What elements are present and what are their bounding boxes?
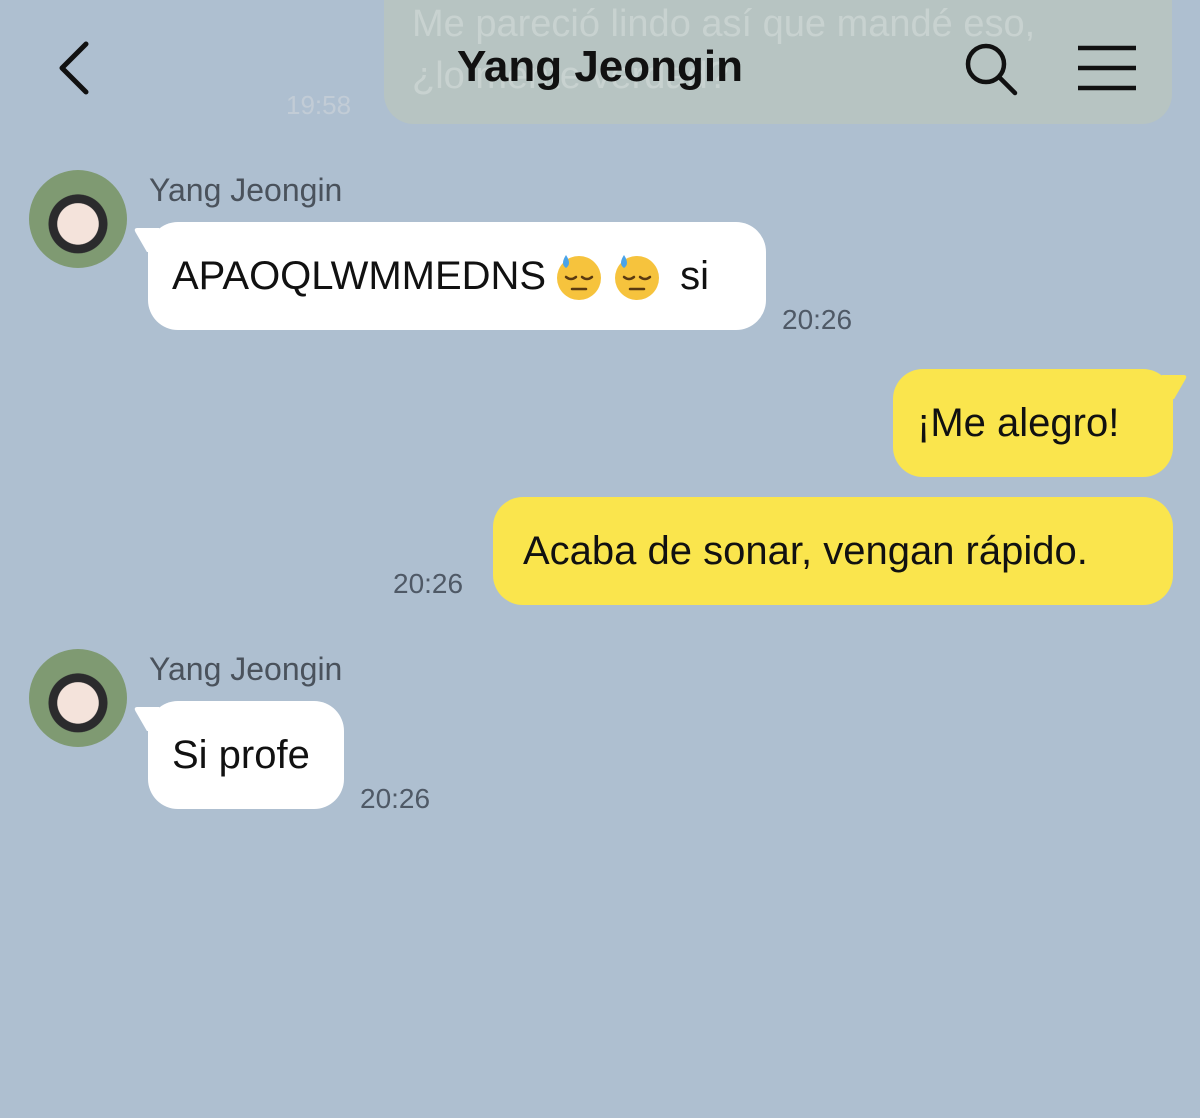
avatar[interactable]: [29, 170, 127, 268]
message-time: 20:26: [782, 304, 853, 335]
chat-header: Yang Jeongin: [0, 0, 1200, 140]
message-text: ¡Me alegro!: [917, 401, 1120, 445]
message-bubble[interactable]: ¡Me alegro!: [893, 369, 1173, 477]
sender-name: Yang Jeongin: [149, 172, 343, 208]
search-button[interactable]: [962, 40, 1020, 98]
search-icon: [965, 43, 1018, 96]
message-bubble[interactable]: Si profe: [148, 701, 344, 809]
message-time: 20:26: [360, 783, 431, 814]
message-text: Si profe: [172, 733, 310, 777]
message-bubble[interactable]: APAOQLWMMEDNS si: [148, 222, 766, 330]
message-time: 20:26: [393, 568, 464, 599]
menu-button[interactable]: [1076, 44, 1138, 92]
downcast-face-with-sweat-emoji: [615, 255, 660, 300]
sender-name: Yang Jeongin: [149, 651, 343, 687]
message-bubble[interactable]: Acaba de sonar, vengan rápido.: [493, 497, 1173, 605]
message-text: Acaba de sonar, vengan rápido.: [523, 529, 1088, 573]
chat-screen: Me pareció lindo así que mandé eso, ¿lo …: [0, 0, 1200, 1118]
hamburger-menu-icon: [1078, 45, 1136, 91]
avatar[interactable]: [29, 649, 127, 747]
message-trailing-text: si: [680, 254, 709, 298]
downcast-face-with-sweat-emoji: [557, 255, 602, 300]
message-text: APAOQLWMMEDNS: [172, 254, 547, 298]
chat-title: Yang Jeongin: [456, 42, 744, 91]
